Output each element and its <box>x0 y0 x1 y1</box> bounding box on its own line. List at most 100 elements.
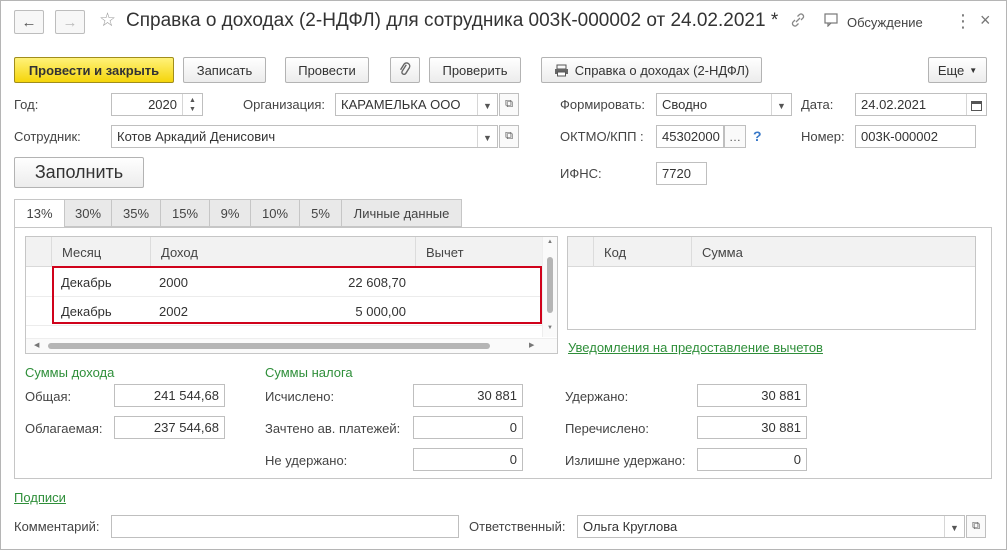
ifns-value: 7720 <box>662 166 691 181</box>
column-month[interactable]: Месяц <box>51 237 150 267</box>
employee-field[interactable]: Котов Аркадий Денисович ▼ <box>111 125 498 148</box>
number-value: 003К-000002 <box>861 129 938 144</box>
help-question-icon[interactable]: ? <box>753 128 762 144</box>
tax-calculated-label: Исчислено: <box>265 389 335 404</box>
attach-button[interactable] <box>390 57 420 83</box>
star-icon[interactable]: ☆ <box>99 9 116 32</box>
hscroll-thumb[interactable] <box>48 343 490 349</box>
scroll-thumb[interactable] <box>547 257 553 313</box>
tab-10[interactable]: 10% <box>250 199 300 227</box>
tax-calculated-value: 30 881 <box>477 388 517 403</box>
ifns-field[interactable]: 7720 <box>656 162 707 185</box>
employee-open-icon[interactable]: ⧉ <box>499 125 519 148</box>
tab-30[interactable]: 30% <box>64 199 112 227</box>
signatures-link[interactable]: Подписи <box>14 490 66 505</box>
tax-over-withheld-value: 0 <box>793 452 801 467</box>
responsible-dropdown-icon[interactable]: ▼ <box>944 516 964 537</box>
tax-calculated-field[interactable]: 30 881 <box>413 384 523 407</box>
horizontal-scrollbar[interactable]: ◀ ▶ <box>26 338 557 353</box>
scroll-down-icon[interactable]: ▼ <box>547 325 553 331</box>
tab-13[interactable]: 13% <box>14 199 65 228</box>
date-field[interactable]: 24.02.2021 <box>855 93 987 116</box>
discussion-label[interactable]: Обсуждение <box>847 15 923 30</box>
employee-dropdown-icon[interactable]: ▼ <box>477 126 497 147</box>
save-button[interactable]: Записать <box>183 57 266 83</box>
column-code[interactable]: Код <box>593 237 691 267</box>
tax-offset-value: 0 <box>509 420 517 435</box>
scroll-up-icon[interactable]: ▲ <box>547 239 553 245</box>
scroll-left-icon[interactable]: ◀ <box>34 341 39 349</box>
year-stepper[interactable]: ▲ ▼ <box>182 94 202 115</box>
income-table-header: Месяц Доход Вычет <box>26 237 542 267</box>
deductions-table[interactable]: Код Сумма <box>567 236 976 330</box>
check-button[interactable]: Проверить <box>429 57 521 83</box>
oktmo-field[interactable]: 45302000 <box>656 125 724 148</box>
responsible-value: Ольга Круглова <box>583 519 678 534</box>
oktmo-select-button[interactable]: … <box>724 125 746 148</box>
fill-button[interactable]: Заполнить <box>14 157 144 188</box>
org-open-icon[interactable]: ⧉ <box>499 93 519 116</box>
paperclip-icon <box>398 61 412 80</box>
tax-withheld-value: 30 881 <box>761 388 801 403</box>
post-and-close-button[interactable]: Провести и закрыть <box>14 57 174 83</box>
form-dropdown-icon[interactable]: ▼ <box>771 94 791 115</box>
org-field[interactable]: КАРАМЕЛЬКА ООО ▼ <box>335 93 498 116</box>
more-vertical-icon[interactable]: ⋮ <box>954 11 972 32</box>
tab-5[interactable]: 5% <box>299 199 342 227</box>
form-select[interactable]: Сводно ▼ <box>656 93 792 116</box>
scroll-right-icon[interactable]: ▶ <box>529 341 534 349</box>
income-total-label: Общая: <box>25 389 72 404</box>
column-sum[interactable]: Сумма <box>691 237 975 267</box>
tax-sums-title: Суммы налога <box>265 365 353 380</box>
more-button-label: Еще <box>937 62 965 78</box>
column-income[interactable]: Доход <box>150 237 415 267</box>
tax-transferred-field[interactable]: 30 881 <box>697 416 807 439</box>
comment-label: Комментарий: <box>14 519 100 534</box>
tax-transferred-value: 30 881 <box>761 420 801 435</box>
back-button[interactable]: ← <box>14 10 44 34</box>
income-table[interactable]: Месяц Доход Вычет Декабрь 2000 22 608,70… <box>25 236 558 354</box>
stepper-down-icon[interactable]: ▼ <box>189 105 196 114</box>
tab-personal-data[interactable]: Личные данные <box>341 199 462 227</box>
date-value: 24.02.2021 <box>861 97 927 112</box>
link-icon[interactable] <box>790 12 806 33</box>
income-taxable-label: Облагаемая: <box>25 421 103 436</box>
tax-not-withheld-field[interactable]: 0 <box>413 448 523 471</box>
window-title: Справка о доходах (2-НДФЛ) для сотрудник… <box>126 10 779 31</box>
more-button[interactable]: Еще ▼ <box>928 57 987 83</box>
post-button[interactable]: Провести <box>285 57 369 83</box>
form-label: Формировать: <box>560 97 646 112</box>
print-button[interactable]: Справка о доходах (2-НДФЛ) <box>541 57 762 83</box>
arrow-left-icon: ← <box>21 13 37 31</box>
vertical-scrollbar[interactable]: ▲ ▼ <box>542 237 557 337</box>
year-label: Год: <box>14 97 39 112</box>
stepper-up-icon[interactable]: ▲ <box>189 96 196 105</box>
print-button-label: Справка о доходах (2-НДФЛ) <box>574 62 750 78</box>
income-sums-title: Суммы дохода <box>25 365 115 380</box>
tax-offset-label: Зачтено ав. платежей: <box>265 421 401 436</box>
comment-field[interactable] <box>111 515 459 538</box>
tab-15[interactable]: 15% <box>160 199 210 227</box>
tax-offset-field[interactable]: 0 <box>413 416 523 439</box>
org-value: КАРАМЕЛЬКА ООО <box>341 97 461 112</box>
tax-over-withheld-field[interactable]: 0 <box>697 448 807 471</box>
income-total-field[interactable]: 241 544,68 <box>114 384 225 407</box>
tab-9[interactable]: 9% <box>209 199 251 227</box>
discussion-icon[interactable] <box>824 13 840 32</box>
org-dropdown-icon[interactable]: ▼ <box>477 94 497 115</box>
responsible-open-icon[interactable]: ⧉ <box>966 515 986 538</box>
tab-35[interactable]: 35% <box>111 199 161 227</box>
tax-withheld-field[interactable]: 30 881 <box>697 384 807 407</box>
close-icon[interactable]: × <box>980 10 991 31</box>
responsible-field[interactable]: Ольга Круглова ▼ <box>577 515 965 538</box>
column-deduction[interactable]: Вычет <box>415 237 542 267</box>
forward-button[interactable]: → <box>55 10 85 34</box>
year-field[interactable]: 2020 ▲ ▼ <box>111 93 203 116</box>
tax-not-withheld-value: 0 <box>509 452 517 467</box>
notifications-link[interactable]: Уведомления на предоставление вычетов <box>568 340 823 355</box>
number-field[interactable]: 003К-000002 <box>855 125 976 148</box>
calendar-icon[interactable] <box>966 94 986 115</box>
oktmo-value: 45302000 <box>662 129 720 144</box>
income-taxable-field[interactable]: 237 544,68 <box>114 416 225 439</box>
year-value: 2020 <box>148 97 177 112</box>
